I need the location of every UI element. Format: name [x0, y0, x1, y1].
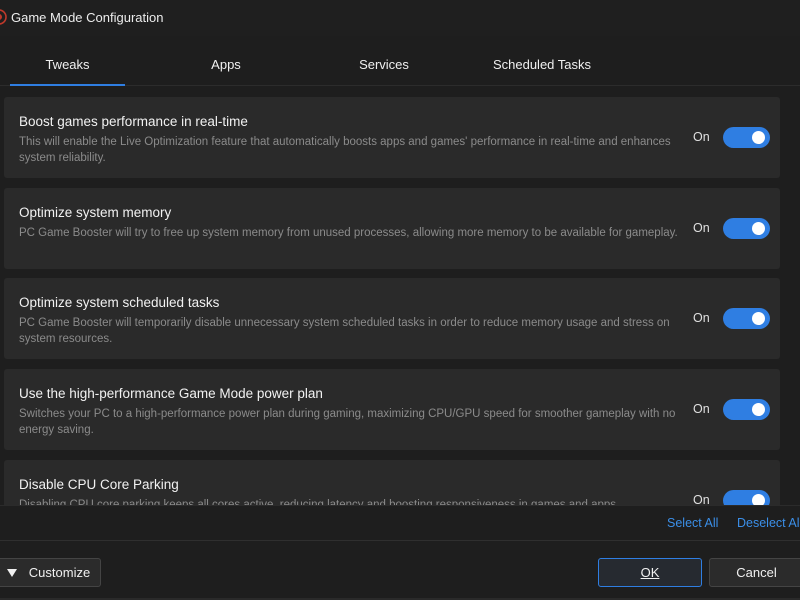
tweak-description: PC Game Booster will temporarily disable…	[19, 317, 670, 345]
tab-tweaks[interactable]: Tweaks	[10, 44, 125, 86]
select-all-link[interactable]: Select All	[667, 516, 718, 530]
toggle-knob	[752, 312, 765, 325]
boost-games-toggle[interactable]	[723, 127, 770, 148]
deselect-all-link[interactable]: Deselect All	[737, 516, 800, 530]
toggle-state-label: On	[693, 130, 710, 144]
toggle-knob	[752, 131, 765, 144]
tweak-description: Switches your PC to a high-performance p…	[19, 408, 676, 436]
tab-apps[interactable]: Apps	[180, 44, 272, 84]
window-title: Game Mode Configuration	[11, 10, 164, 25]
tab-label: Apps	[211, 56, 241, 72]
tweak-title: Disable CPU Core Parking	[19, 477, 179, 492]
footer-divider	[0, 540, 800, 541]
list-bottom-divider	[0, 505, 800, 506]
tweak-card-power-plan: Use the high-performance Game Mode power…	[4, 369, 780, 450]
app-logo-icon	[0, 9, 7, 25]
cancel-label: Cancel	[736, 565, 777, 580]
optimize-memory-toggle[interactable]	[723, 218, 770, 239]
tweak-title: Use the high-performance Game Mode power…	[19, 386, 323, 401]
cancel-button[interactable]: Cancel	[709, 558, 800, 587]
tweak-card-boost-games: Boost games performance in real-time Thi…	[4, 97, 780, 178]
tweak-title: Boost games performance in real-time	[19, 114, 248, 129]
tab-label: Services	[359, 56, 409, 72]
toggle-state-label: On	[693, 221, 710, 235]
game-mode-configuration-window: Game Mode Configuration Tweaks Apps Serv…	[0, 0, 800, 600]
power-plan-toggle[interactable]	[723, 399, 770, 420]
customize-label: Customize	[28, 565, 91, 580]
cpu-core-parking-toggle[interactable]	[723, 490, 770, 506]
tab-scheduled-tasks[interactable]: Scheduled Tasks	[486, 44, 598, 84]
tab-label: Scheduled Tasks	[492, 56, 592, 72]
tab-label: Tweaks	[45, 56, 90, 72]
tab-services[interactable]: Services	[338, 44, 430, 84]
ok-label: OK	[640, 565, 660, 580]
tweak-title: Optimize system memory	[19, 205, 172, 220]
tweak-card-scheduled-tasks: Optimize system scheduled tasks PC Game …	[4, 278, 780, 359]
ok-button[interactable]: OK	[598, 558, 702, 587]
optimize-scheduled-tasks-toggle[interactable]	[723, 308, 770, 329]
toggle-state-label: On	[693, 402, 710, 416]
triangle-down-icon	[6, 568, 17, 577]
tab-bar: Tweaks Apps Services Scheduled Tasks	[0, 44, 800, 86]
toggle-state-label: On	[693, 311, 710, 325]
tweak-description: This will enable the Live Optimization f…	[19, 136, 671, 164]
tweak-description: PC Game Booster will try to free up syst…	[19, 227, 678, 239]
tweak-title: Optimize system scheduled tasks	[19, 295, 220, 310]
title-bar: Game Mode Configuration	[0, 0, 800, 36]
tweak-card-optimize-memory: Optimize system memory PC Game Booster w…	[4, 188, 780, 269]
toggle-knob	[752, 222, 765, 235]
tweaks-list[interactable]: Boost games performance in real-time Thi…	[0, 86, 800, 506]
customize-button[interactable]: Customize	[0, 558, 101, 587]
toggle-knob	[752, 403, 765, 416]
tweak-card-cpu-core-parking: Disable CPU Core Parking Disabling CPU c…	[4, 460, 780, 506]
